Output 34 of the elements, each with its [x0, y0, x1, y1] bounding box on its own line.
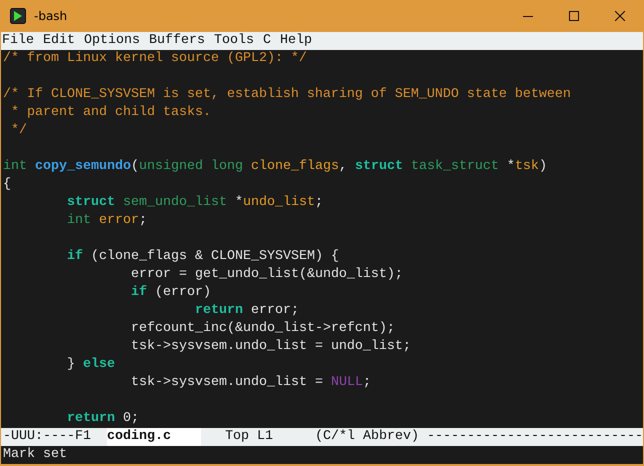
- buffer-status: -UUU:----F1: [3, 428, 91, 446]
- code-line: int error;: [66, 213, 147, 228]
- close-icon: [615, 10, 625, 20]
- code-line: * parent and child tasks.: [10, 105, 211, 120]
- maximize-icon: [569, 10, 579, 20]
- code-line: */: [10, 123, 27, 138]
- code-line: if (clone_flags & CLONE_SYSVSEM) {: [66, 249, 339, 264]
- minibuffer-message: Mark set: [1, 446, 643, 464]
- code-line: /* from Linux kernel source (GPL2): */: [3, 51, 307, 66]
- code-line: tsk->sysvsem.undo_list = undo_list;: [130, 339, 411, 354]
- code-line: } else: [66, 357, 115, 372]
- menu-item[interactable]: C: [262, 32, 271, 50]
- code-line: int copy_semundo(unsigned long clone_flags, struct task_struct *tsk): [3, 159, 547, 174]
- window-title: -bash: [34, 8, 68, 22]
- menu-item[interactable]: Help: [279, 32, 312, 50]
- menu-item[interactable]: Options: [83, 32, 140, 50]
- code-line: /* If CLONE_SYSVSEM is set, establish sharing of SEM_UNDO state between: [3, 87, 571, 102]
- menu-item[interactable]: Tools: [213, 32, 254, 50]
- code-line: if (error): [130, 285, 211, 300]
- code-line: {: [3, 177, 11, 192]
- menu-item[interactable]: Buffers: [148, 32, 205, 50]
- code-line: error = get_undo_list(&undo_list);: [130, 267, 403, 282]
- code-line: refcount_inc(&undo_list->refcnt);: [130, 321, 395, 336]
- code-line: struct sem_undo_list *undo_list;: [66, 195, 323, 210]
- buffer-name: coding.c: [106, 428, 202, 446]
- menu-item[interactable]: File: [1, 32, 34, 50]
- code-line: tsk->sysvsem.undo_list = NULL;: [130, 375, 371, 390]
- code-line: return 0;: [66, 411, 139, 426]
- mode-line-fill: ---------------------------: [427, 428, 643, 446]
- menu-item[interactable]: Edit: [42, 32, 75, 50]
- terminal-icon: [10, 8, 26, 24]
- major-mode: (C/*l Abbrev): [315, 428, 420, 446]
- code-line: return error;: [194, 303, 299, 318]
- cursor-position: Top L1: [225, 428, 274, 446]
